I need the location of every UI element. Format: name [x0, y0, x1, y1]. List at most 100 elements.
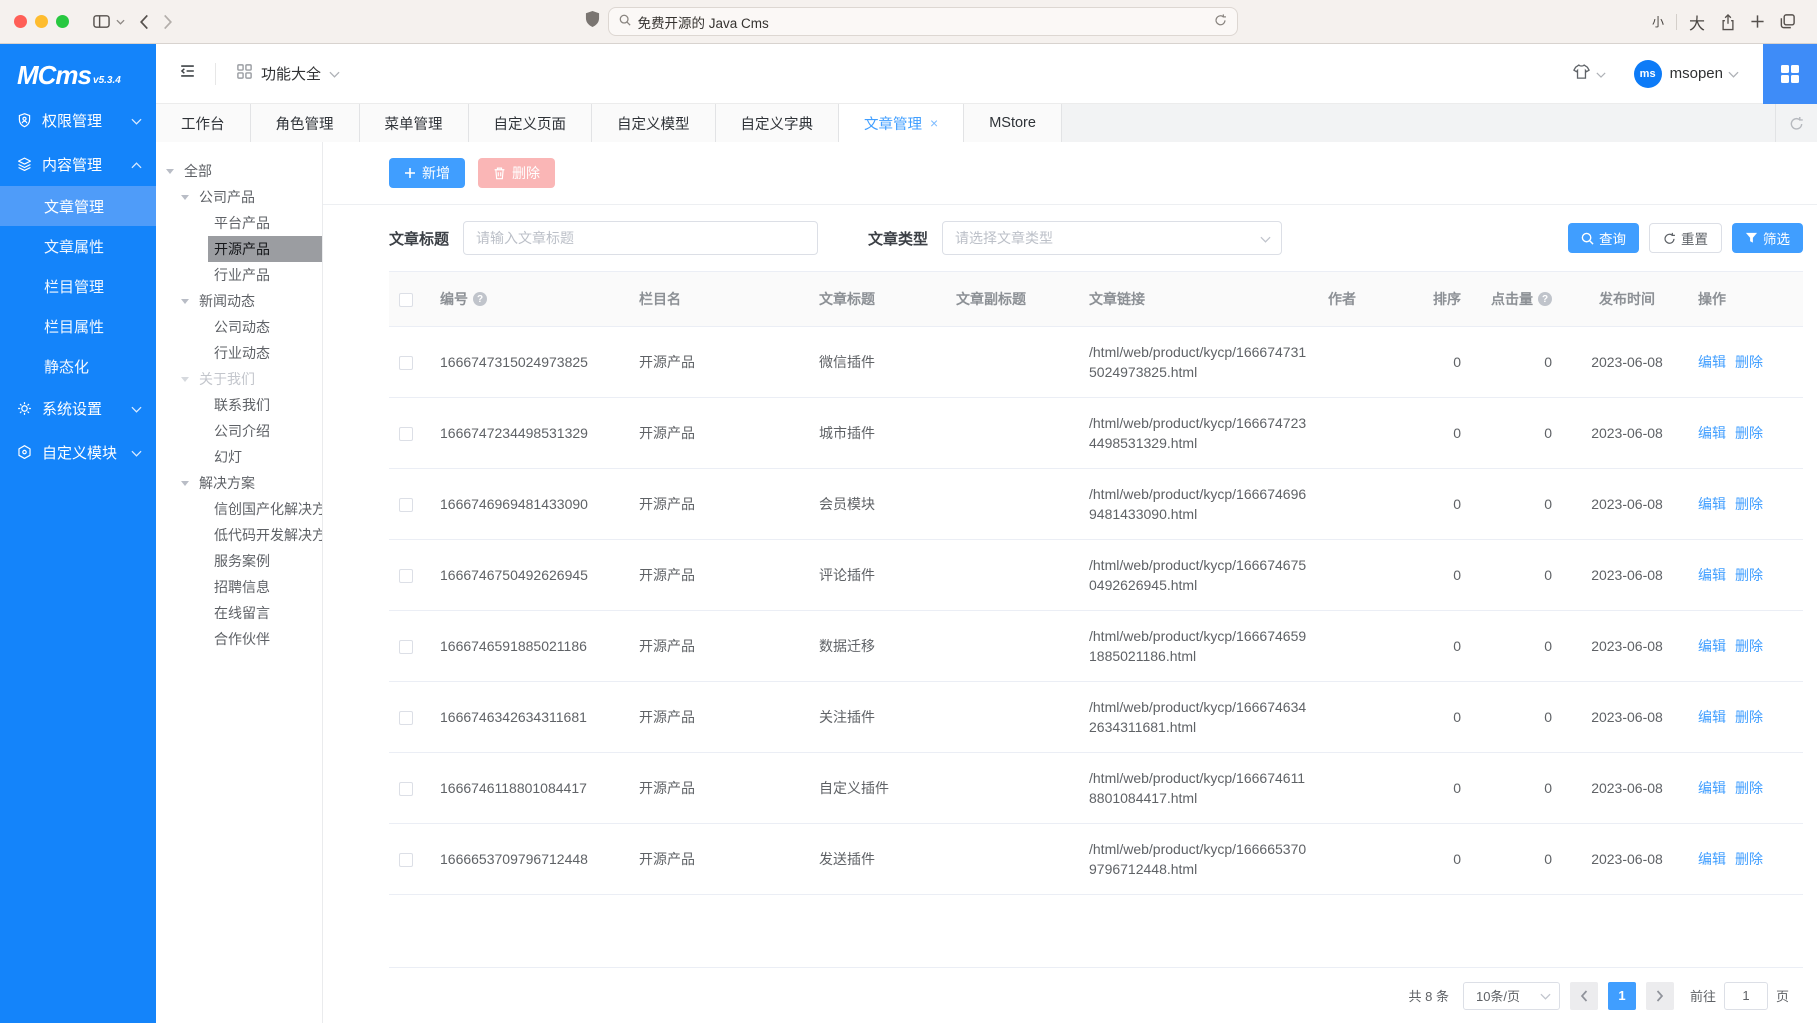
tab-item-0[interactable]: 工作台: [156, 104, 251, 142]
apps-grid-button[interactable]: [1763, 44, 1817, 104]
tree-item-2[interactable]: 平台产品: [156, 210, 322, 236]
tab-item-3[interactable]: 自定义页面: [469, 104, 593, 142]
delete-link[interactable]: 删除: [1735, 425, 1763, 441]
delete-link[interactable]: 删除: [1735, 496, 1763, 512]
tree-item-16[interactable]: 招聘信息: [156, 574, 322, 600]
tab-item-4[interactable]: 自定义模型: [592, 104, 716, 142]
tree-item-3[interactable]: 开源产品: [156, 236, 322, 262]
add-button[interactable]: 新增: [389, 158, 465, 188]
tree-expand-icon[interactable]: [162, 169, 178, 174]
new-tab-icon[interactable]: [1750, 14, 1765, 29]
row-checkbox[interactable]: [399, 711, 413, 725]
collapse-menu-icon[interactable]: [178, 62, 197, 85]
sidebar-subitem-1-0[interactable]: 文章管理: [0, 186, 156, 226]
tree-item-9[interactable]: 联系我们: [156, 392, 322, 418]
forward-button[interactable]: [163, 14, 173, 30]
tree-item-8[interactable]: 关于我们: [156, 366, 322, 392]
sidebar-subitem-1-2[interactable]: 栏目管理: [0, 266, 156, 306]
tree-item-17[interactable]: 在线留言: [156, 600, 322, 626]
tree-expand-icon[interactable]: [177, 377, 193, 382]
tab-overview-icon[interactable]: [1779, 13, 1796, 30]
username[interactable]: msopen: [1670, 65, 1723, 82]
tree-item-7[interactable]: 行业动态: [156, 340, 322, 366]
text-smaller-button[interactable]: 小: [1652, 13, 1664, 30]
back-button[interactable]: [139, 14, 149, 30]
edit-link[interactable]: 编辑: [1698, 496, 1726, 512]
tab-close-icon[interactable]: ×: [930, 116, 938, 130]
page-number-button[interactable]: 1: [1608, 982, 1636, 1010]
row-checkbox[interactable]: [399, 498, 413, 512]
sidebar-chevron-icon[interactable]: [116, 19, 125, 25]
help-icon[interactable]: ?: [473, 292, 487, 306]
edit-link[interactable]: 编辑: [1698, 638, 1726, 654]
share-icon[interactable]: [1720, 13, 1736, 31]
tree-item-4[interactable]: 行业产品: [156, 262, 322, 288]
help-icon[interactable]: ?: [1538, 292, 1552, 306]
delete-link[interactable]: 删除: [1735, 709, 1763, 725]
tab-item-1[interactable]: 角色管理: [251, 104, 360, 142]
sidebar-item-2[interactable]: 系统设置: [0, 386, 156, 430]
tree-item-5[interactable]: 新闻动态: [156, 288, 322, 314]
edit-link[interactable]: 编辑: [1698, 709, 1726, 725]
delete-button[interactable]: 删除: [478, 158, 555, 188]
sidebar-item-1[interactable]: 内容管理: [0, 142, 156, 186]
edit-link[interactable]: 编辑: [1698, 567, 1726, 583]
next-page-button[interactable]: [1646, 982, 1674, 1010]
row-checkbox[interactable]: [399, 569, 413, 583]
tree-expand-icon[interactable]: [177, 481, 193, 486]
tree-item-11[interactable]: 幻灯: [156, 444, 322, 470]
row-checkbox[interactable]: [399, 427, 413, 441]
tab-item-6[interactable]: 文章管理×: [839, 104, 964, 142]
reset-button[interactable]: 重置: [1649, 223, 1722, 253]
title-filter-input[interactable]: [463, 221, 818, 255]
tree-item-15[interactable]: 服务案例: [156, 548, 322, 574]
edit-link[interactable]: 编辑: [1698, 425, 1726, 441]
tree-expand-icon[interactable]: [177, 299, 193, 304]
tree-item-10[interactable]: 公司介绍: [156, 418, 322, 444]
tree-item-18[interactable]: 合作伙伴: [156, 626, 322, 652]
tree-item-6[interactable]: 公司动态: [156, 314, 322, 340]
type-filter-select[interactable]: 请选择文章类型: [942, 221, 1282, 255]
row-checkbox[interactable]: [399, 782, 413, 796]
sidebar-item-0[interactable]: 权限管理: [0, 98, 156, 142]
delete-link[interactable]: 删除: [1735, 354, 1763, 370]
delete-link[interactable]: 删除: [1735, 567, 1763, 583]
address-bar[interactable]: 免费开源的 Java Cms: [608, 7, 1238, 36]
edit-link[interactable]: 编辑: [1698, 354, 1726, 370]
sidebar-subitem-1-4[interactable]: 静态化: [0, 346, 156, 386]
tree-item-13[interactable]: 信创国产化解决方案: [156, 496, 322, 522]
reload-icon[interactable]: [1214, 13, 1227, 30]
minimize-window-button[interactable]: [35, 15, 48, 28]
tab-item-7[interactable]: MStore: [964, 104, 1062, 142]
tree-item-12[interactable]: 解决方案: [156, 470, 322, 496]
tab-item-5[interactable]: 自定义字典: [716, 104, 840, 142]
tab-item-2[interactable]: 菜单管理: [360, 104, 469, 142]
sidebar-subitem-1-1[interactable]: 文章属性: [0, 226, 156, 266]
text-larger-button[interactable]: 大: [1689, 10, 1705, 34]
sidebar-item-3[interactable]: 自定义模块: [0, 430, 156, 474]
sidebar-subitem-1-3[interactable]: 栏目属性: [0, 306, 156, 346]
refresh-tab-button[interactable]: [1775, 104, 1817, 142]
delete-link[interactable]: 删除: [1735, 780, 1763, 796]
prev-page-button[interactable]: [1570, 982, 1598, 1010]
select-all-checkbox[interactable]: [399, 293, 413, 307]
close-window-button[interactable]: [14, 15, 27, 28]
tree-item-1[interactable]: 公司产品: [156, 184, 322, 210]
tree-expand-icon[interactable]: [177, 195, 193, 200]
privacy-shield-icon[interactable]: [585, 10, 600, 33]
row-checkbox[interactable]: [399, 853, 413, 867]
zoom-window-button[interactable]: [56, 15, 69, 28]
page-size-select[interactable]: 10条/页: [1463, 982, 1560, 1010]
feature-menu[interactable]: 功能大全: [236, 63, 340, 85]
query-button[interactable]: 查询: [1568, 223, 1639, 253]
delete-link[interactable]: 删除: [1735, 638, 1763, 654]
edit-link[interactable]: 编辑: [1698, 780, 1726, 796]
tree-item-0[interactable]: 全部: [156, 158, 322, 184]
tree-item-14[interactable]: 低代码开发解决方案: [156, 522, 322, 548]
edit-link[interactable]: 编辑: [1698, 851, 1726, 867]
filter-button[interactable]: 筛选: [1732, 223, 1803, 253]
avatar[interactable]: ms: [1634, 60, 1662, 88]
row-checkbox[interactable]: [399, 356, 413, 370]
sidebar-toggle-icon[interactable]: [92, 13, 111, 30]
delete-link[interactable]: 删除: [1735, 851, 1763, 867]
